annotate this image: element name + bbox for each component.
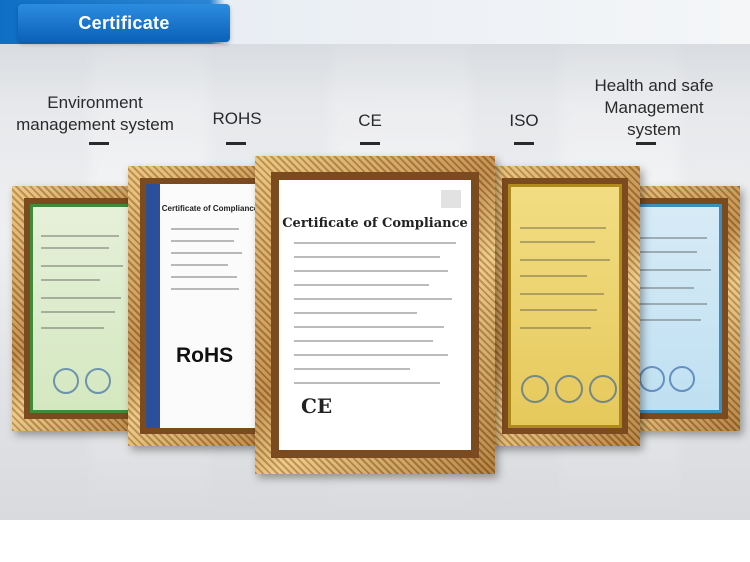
label-dash [360,142,380,145]
rohs-mark: RoHS [176,344,234,367]
label-health: Health and safe Management system [594,76,714,139]
certificate-frame-ce: Certificate of Compliance CE [255,156,495,474]
ce-certificate-title: Certificate of Compliance [282,216,468,231]
ce-mark: CE [301,394,333,418]
label-dash [226,142,246,145]
certificate-frame-iso [490,166,640,446]
label-ce: CE [358,111,382,130]
label-dash [89,142,109,145]
label-iso: ISO [509,111,539,130]
section-title: Certificate [18,4,230,42]
label-dash [514,142,534,145]
label-dash [636,142,656,145]
label-environment: Environment management system [16,93,174,134]
certificate-scene: Certificate Environment management system… [0,0,750,520]
bottom-strip [0,520,750,562]
label-rohs: ROHS [212,109,262,128]
